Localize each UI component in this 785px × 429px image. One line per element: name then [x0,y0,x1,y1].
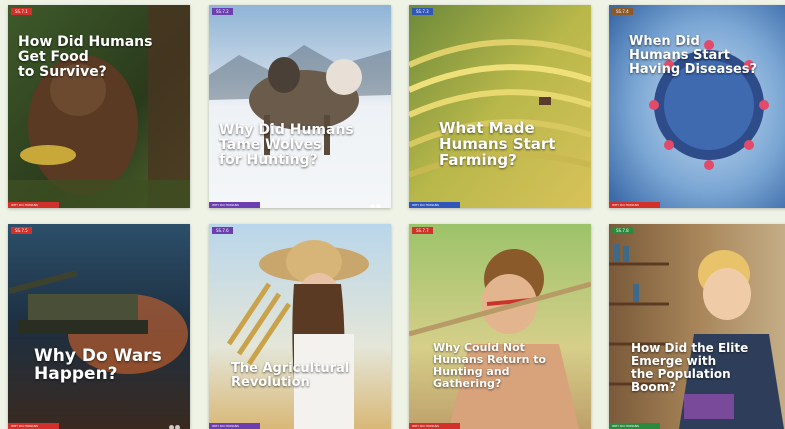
book-card-elite-emerge[interactable]: SS.7.8 How Did the Elite Emerge with the… [609,224,785,429]
series-tag: SS.7.2 [212,8,233,15]
cover-art-boy-spear [409,224,591,429]
book-title: How Did Humans Get Food to Survive? [18,34,153,81]
book-card-wars[interactable]: SS.7.5 Why Do Wars Happen? WHY DO HUMANS [8,224,190,429]
book-title: When Did Humans Start Having Diseases? [629,34,758,78]
series-strip: WHY DO HUMANS [8,423,59,429]
series-strip: WHY DO HUMANS [409,202,460,208]
series-tag: SS.7.5 [11,227,32,234]
book-card-tame-wolves[interactable]: SS.7.2 Why Did Humans Tame Wolves for Hu… [209,5,391,208]
book-title: The Agricultural Revolution [231,361,350,391]
cover-art-girl-wheat [209,224,391,429]
book-title: Why Did Humans Tame Wolves for Hunting? [219,122,354,169]
series-tag: SS.7.8 [612,227,633,234]
book-grid: SS.7.1 How Did Humans Get Food to Surviv… [0,0,785,429]
book-card-start-farming[interactable]: SS.7.3 What Made Humans Start Farming? W… [409,5,591,208]
publisher-logo [370,194,384,208]
cover-art-rice-terraces [409,5,591,208]
cover-art-boy-library [609,224,785,429]
cover-art-wolves [209,5,391,208]
book-card-agricultural-revolution[interactable]: SS.7.6 The Agricultural Revolution WHY D… [209,224,391,429]
series-strip: WHY DO HUMANS [609,202,660,208]
cover-art-tank [8,224,190,429]
series-tag: SS.7.7 [412,227,433,234]
series-strip: WHY DO HUMANS [8,202,59,208]
series-tag: SS.7.3 [412,8,433,15]
series-tag: SS.7.6 [212,227,233,234]
book-title: Why Do Wars Happen? [34,346,162,385]
series-strip: WHY DO HUMANS [209,202,260,208]
series-strip: WHY DO HUMANS [609,423,660,429]
publisher-logo [169,415,183,429]
book-title: What Made Humans Start Farming? [439,119,556,170]
book-title: How Did the Elite Emerge with the Popula… [631,341,749,394]
book-card-hunting-gathering[interactable]: SS.7.7 Why Could Not Humans Return to Hu… [409,224,591,429]
book-card-get-food[interactable]: SS.7.1 How Did Humans Get Food to Surviv… [8,5,190,208]
book-card-diseases[interactable]: SS.7.4 When Did Humans Start Having Dise… [609,5,785,208]
series-tag: SS.7.4 [612,8,633,15]
series-strip: WHY DO HUMANS [209,423,260,429]
series-strip: WHY DO HUMANS [409,423,460,429]
series-tag: SS.7.1 [11,8,32,15]
book-title: Why Could Not Humans Return to Hunting a… [433,341,547,390]
